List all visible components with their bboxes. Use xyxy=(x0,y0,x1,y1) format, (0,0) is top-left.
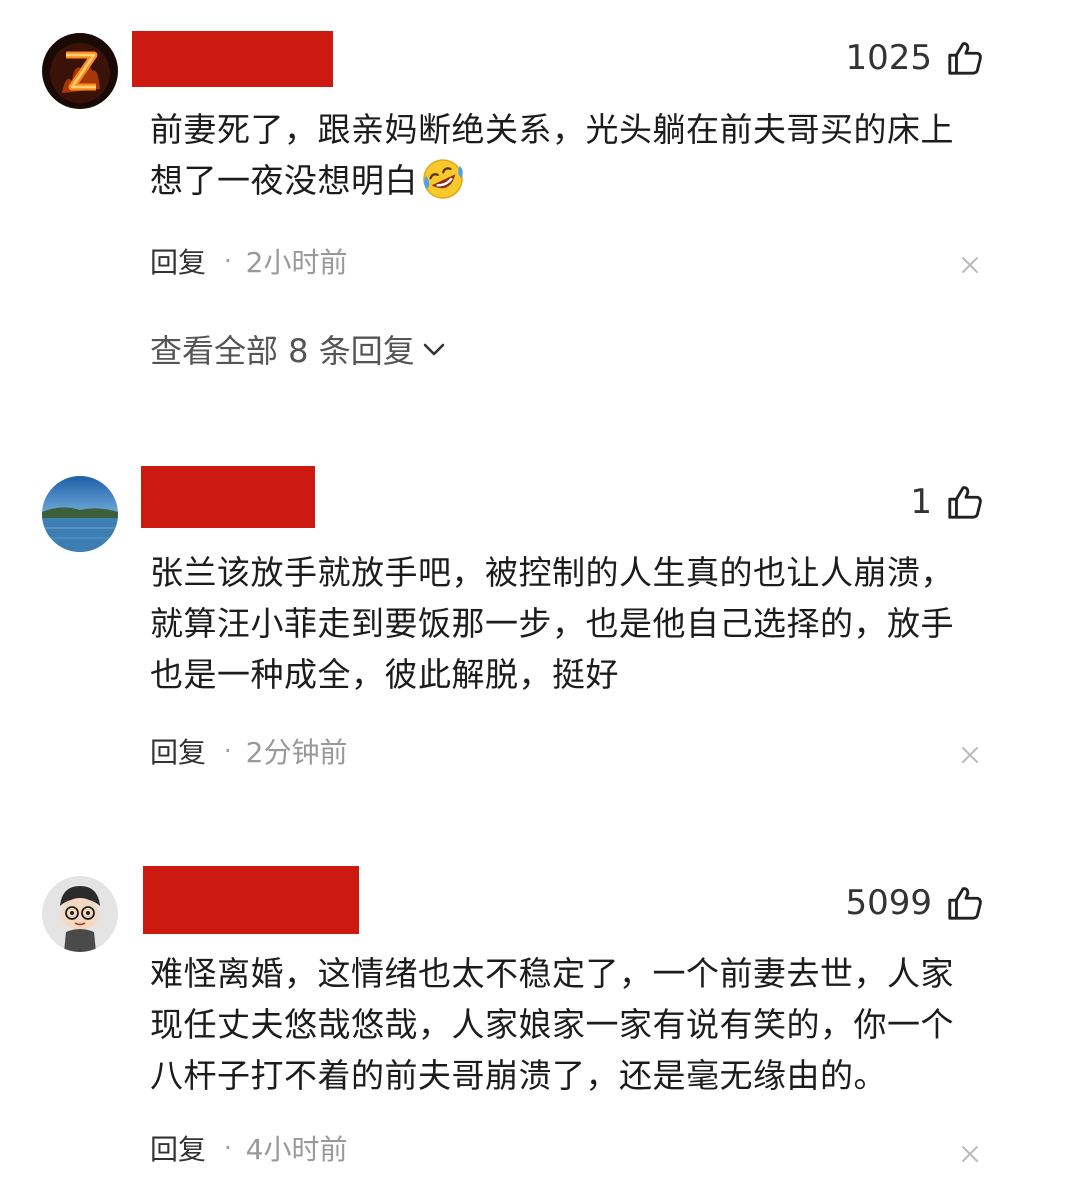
cartoon-boy-avatar-icon xyxy=(42,876,118,952)
separator-dot: · xyxy=(224,1134,232,1162)
comment-text-line: 八杆子打不着的前夫哥崩溃了，还是毫无缘由的。 xyxy=(150,1056,887,1095)
comment-text-line: 现任丈夫悠哉悠哉，人家娘家一家有说有笑的，你一个 xyxy=(150,1005,954,1044)
reply-button[interactable]: 回复 xyxy=(150,1128,206,1168)
comment-text: 难怪离婚，这情绪也太不稳定了，一个前妻去世，人家 现任丈夫悠哉悠哉，人家娘家一家… xyxy=(150,948,1000,1101)
username-redacted xyxy=(143,866,359,934)
close-icon[interactable] xyxy=(960,1144,980,1164)
like-button[interactable]: 5099 xyxy=(845,881,984,925)
comment-text-line: 难怪离婚，这情绪也太不稳定了，一个前妻去世，人家 xyxy=(150,954,954,993)
timestamp: 4小时前 xyxy=(245,1133,348,1166)
like-count: 5099 xyxy=(845,883,932,923)
comment-meta: 回复 · 4小时前 xyxy=(150,1128,347,1168)
thumbs-up-icon xyxy=(948,887,982,920)
comment-3: 5099 难怪离婚，这情绪也太不稳定了，一个前妻去世，人家 现任丈夫悠哉悠哉，人… xyxy=(0,0,1070,1192)
avatar[interactable] xyxy=(42,876,118,952)
